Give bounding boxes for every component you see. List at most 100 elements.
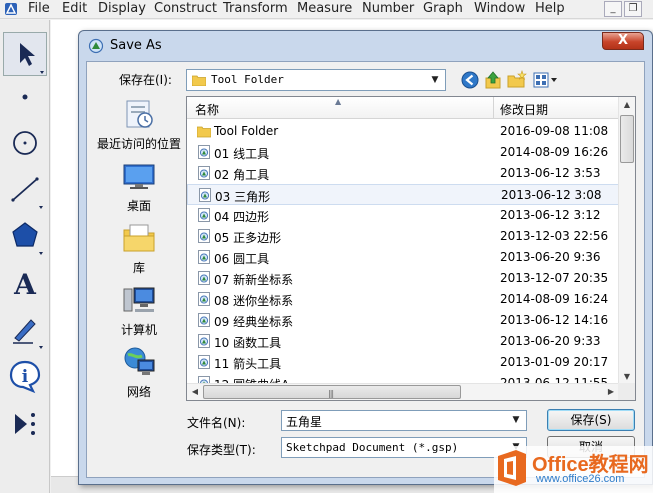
- svg-text:i: i: [22, 367, 29, 387]
- polygon-tool[interactable]: [3, 214, 47, 258]
- arrow-icon: [20, 43, 44, 74]
- chevron-down-icon[interactable]: ▼: [508, 412, 524, 428]
- network-icon: [124, 347, 155, 375]
- arrow-select-tool[interactable]: [3, 32, 47, 76]
- straightedge-tool[interactable]: [3, 168, 47, 212]
- list-header: 名称 ▲ 修改日期: [187, 97, 619, 119]
- chevron-down-icon[interactable]: ▼: [427, 72, 443, 88]
- file-row[interactable]: 05 正多边形 2013-12-03 22:56: [187, 226, 619, 247]
- scroll-right-icon[interactable]: ▶: [603, 384, 619, 400]
- file-name: 04 四边形: [214, 210, 270, 224]
- gsp-file-icon: [198, 229, 210, 243]
- file-row[interactable]: 01 线工具 2014-08-09 16:26: [187, 142, 619, 163]
- marker-tool[interactable]: [3, 308, 47, 352]
- information-tool[interactable]: i: [3, 354, 47, 398]
- close-button[interactable]: X: [602, 32, 644, 50]
- save-in-dropdown[interactable]: Tool Folder ▼: [186, 69, 446, 91]
- back-icon[interactable]: [460, 70, 480, 90]
- menu-help[interactable]: Help: [535, 1, 565, 17]
- place-label: 桌面: [126, 199, 151, 213]
- minimize-button[interactable]: _: [604, 1, 622, 17]
- up-folder-icon[interactable]: [483, 70, 503, 90]
- app-icon: [5, 3, 17, 15]
- watermark: Office教程网 www.office26.com: [494, 446, 653, 493]
- file-name: 02 角工具: [214, 168, 270, 182]
- file-name: 07 新新坐标系: [214, 273, 294, 287]
- place-computer[interactable]: 计算机: [89, 283, 189, 343]
- file-date: 2014-08-09 16:24: [500, 292, 609, 306]
- column-divider[interactable]: [493, 97, 494, 119]
- file-date: 2013-06-12 14:16: [500, 313, 609, 327]
- save-button[interactable]: 保存(S): [547, 409, 635, 431]
- scroll-thumb[interactable]: |||: [203, 385, 461, 399]
- file-name: 01 线工具: [214, 147, 270, 161]
- menu-display[interactable]: Display: [98, 1, 146, 17]
- menu-window[interactable]: Window: [474, 1, 525, 17]
- point-tool[interactable]: [3, 76, 47, 120]
- sort-up-icon: ▲: [335, 97, 342, 106]
- file-date: 2013-12-07 20:35: [500, 271, 609, 285]
- file-row[interactable]: 08 迷你坐标系 2014-08-09 16:24: [187, 289, 619, 310]
- file-row[interactable]: 10 函数工具 2013-06-20 9:33: [187, 331, 619, 352]
- file-date: 2013-01-09 20:17: [500, 355, 609, 369]
- menu-file[interactable]: File: [28, 1, 50, 17]
- file-row[interactable]: 04 四边形 2013-06-12 3:12: [187, 205, 619, 226]
- menu-construct[interactable]: Construct: [154, 1, 217, 17]
- new-folder-icon[interactable]: [507, 70, 527, 90]
- horizontal-scrollbar[interactable]: ◀ ||| ▶: [187, 383, 619, 400]
- compass-tool[interactable]: [3, 122, 47, 166]
- custom-tool[interactable]: [3, 402, 47, 446]
- place-recent[interactable]: 最近访问的位置: [89, 97, 189, 157]
- file-row[interactable]: 06 圆工具 2013-06-20 9:36: [187, 247, 619, 268]
- file-row[interactable]: 09 经典坐标系 2013-06-12 14:16: [187, 310, 619, 331]
- file-date: 2013-06-12 3:53: [500, 166, 601, 180]
- save-in-label: 保存在(I):: [119, 73, 172, 87]
- scroll-thumb[interactable]: [620, 115, 634, 163]
- point-icon: [22, 94, 28, 100]
- scroll-corner: [618, 383, 635, 400]
- file-name: 10 函数工具: [214, 336, 282, 350]
- file-row[interactable]: 02 角工具 2013-06-12 3:53: [187, 163, 619, 184]
- watermark-url: www.office26.com: [536, 473, 625, 485]
- file-row[interactable]: 07 新新坐标系 2013-12-07 20:35: [187, 268, 619, 289]
- file-date: 2013-06-20 9:33: [500, 334, 601, 348]
- file-row[interactable]: Tool Folder 2016-09-08 11:08: [187, 121, 619, 142]
- column-name[interactable]: 名称: [195, 101, 219, 118]
- info-icon: i: [9, 360, 41, 394]
- file-name: 09 经典坐标系: [214, 315, 294, 329]
- restore-button[interactable]: ❐: [624, 1, 642, 17]
- places-bar: 最近访问的位置 桌面 库 计算机 网络: [89, 97, 189, 407]
- file-name: 03 三角形: [215, 190, 271, 204]
- file-row[interactable]: 03 三角形 2013-06-12 3:08: [187, 184, 619, 205]
- text-tool[interactable]: A: [3, 262, 47, 306]
- column-date[interactable]: 修改日期: [500, 101, 548, 118]
- file-row[interactable]: 11 箭头工具 2013-01-09 20:17: [187, 352, 619, 373]
- menu-edit[interactable]: Edit: [62, 1, 87, 17]
- view-menu-icon[interactable]: [532, 70, 558, 90]
- place-label: 最近访问的位置: [96, 137, 181, 151]
- menu-measure[interactable]: Measure: [297, 1, 352, 17]
- scroll-left-icon[interactable]: ◀: [187, 384, 203, 400]
- scroll-up-icon[interactable]: ▲: [619, 97, 635, 113]
- menu-graph[interactable]: Graph: [423, 1, 463, 17]
- gsp-file-icon: [198, 145, 210, 159]
- menu-number[interactable]: Number: [362, 1, 414, 17]
- gsp-file-icon: [198, 250, 210, 264]
- desktop-icon: [123, 164, 155, 189]
- file-name: Tool Folder: [214, 124, 279, 138]
- place-network[interactable]: 网络: [89, 345, 189, 405]
- gsp-file-icon: [198, 166, 210, 180]
- vertical-scrollbar[interactable]: ▲ ▼: [618, 97, 635, 385]
- tool-palette: A i: [0, 20, 50, 493]
- pen-icon: [13, 319, 43, 349]
- filetype-dropdown[interactable]: Sketchpad Document (*.gsp) ▼: [281, 437, 527, 458]
- file-name: 06 圆工具: [214, 252, 270, 266]
- filename-input[interactable]: 五角星 ▼: [281, 410, 527, 431]
- place-desktop[interactable]: 桌面: [89, 159, 189, 219]
- sketchpad-icon: [88, 38, 104, 54]
- menu-transform[interactable]: Transform: [223, 1, 288, 17]
- place-label: 计算机: [120, 323, 157, 337]
- folder-icon: [192, 75, 206, 86]
- place-libraries[interactable]: 库: [89, 221, 189, 281]
- filename-label: 文件名(N):: [187, 416, 246, 430]
